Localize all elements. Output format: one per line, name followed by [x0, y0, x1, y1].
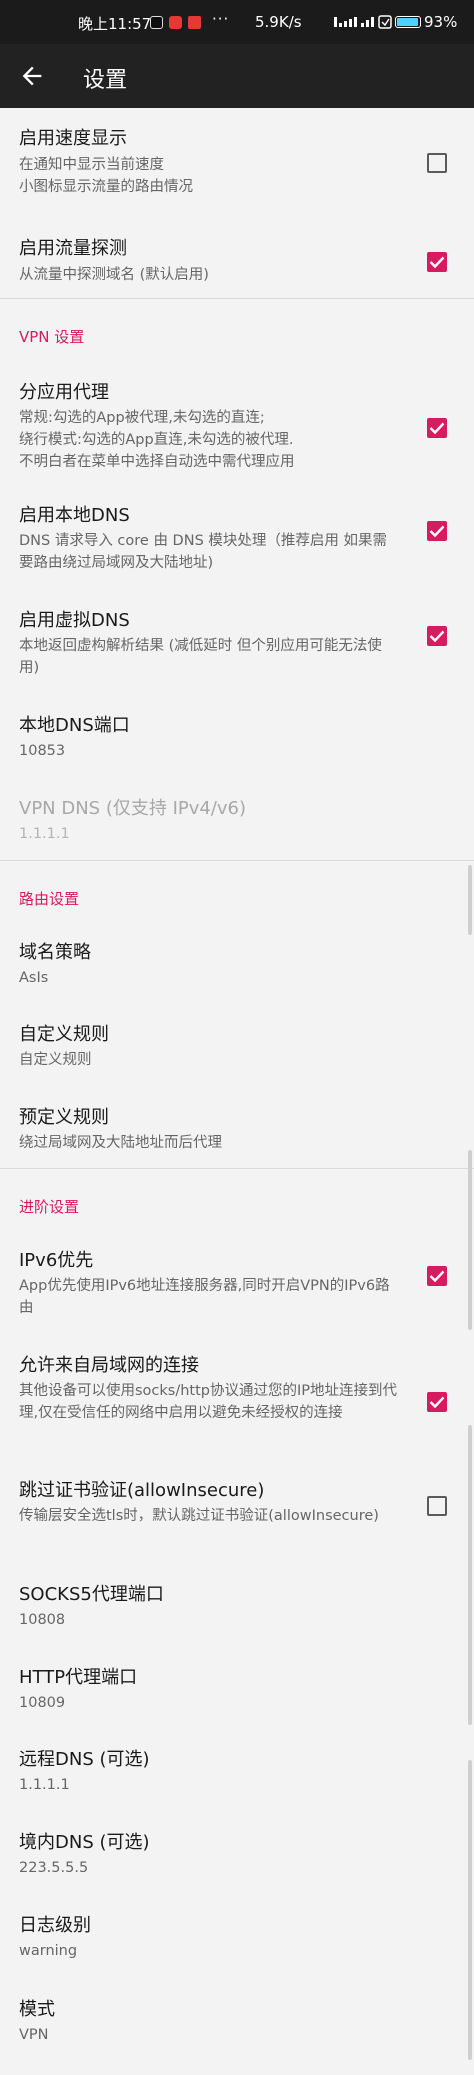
setting-title: 日志级别 — [19, 1915, 91, 1936]
setting-log-level[interactable]: 日志级别 warning — [0, 1911, 474, 1967]
setting-title: 预定义规则 — [19, 1107, 109, 1128]
setting-summary: 常规:勾选的App被代理,未勾选的直连; 绕行模式:勾选的App直连,未勾选的被… — [19, 410, 295, 470]
setting-summary: 10808 — [19, 1612, 66, 1628]
signal-icons — [334, 15, 392, 29]
check-icon — [429, 1396, 445, 1409]
setting-summary: 1.1.1.1 — [19, 826, 70, 842]
check-icon — [429, 1270, 445, 1283]
setting-predefined-rules[interactable]: 预定义规则 绕过局域网及大陆地址而后代理 — [0, 1103, 474, 1159]
setting-mode[interactable]: 模式 VPN — [0, 1995, 474, 2051]
setting-title: 域名策略 — [19, 942, 91, 963]
setting-summary: warning — [19, 1943, 78, 1959]
setting-socks5-port[interactable]: SOCKS5代理端口 10808 — [0, 1580, 474, 1636]
check-icon — [429, 525, 445, 538]
section-divider — [0, 1168, 474, 1169]
setting-summary: AsIs — [19, 970, 49, 986]
check-icon — [429, 630, 445, 643]
more-notifications-icon: ··· — [212, 10, 230, 28]
ipv6-preferred-checkbox[interactable] — [427, 1266, 447, 1286]
section-divider — [0, 298, 474, 299]
setting-local-dns-port[interactable]: 本地DNS端口 10853 — [0, 711, 474, 767]
scrollbar[interactable] — [468, 1425, 472, 1725]
scrollbar[interactable] — [468, 1760, 472, 2060]
setting-title: 模式 — [19, 1999, 55, 2020]
fake-dns-checkbox[interactable] — [427, 626, 447, 646]
traffic-sniffing-checkbox[interactable] — [427, 252, 447, 272]
notification-app-icon — [169, 16, 182, 29]
setting-title: IPv6优先 — [19, 1250, 94, 1271]
scrollbar[interactable] — [468, 865, 472, 935]
setting-summary: 10809 — [19, 1695, 66, 1711]
setting-summary: 在通知中显示当前速度 小图标显示流量的路由情况 — [19, 157, 193, 195]
network-speed: 5.9K/s — [255, 13, 302, 31]
app-bar: 设置 — [0, 44, 474, 108]
setting-summary: 从流量中探测域名 (默认启用) — [19, 267, 209, 283]
allow-insecure-checkbox[interactable] — [427, 1496, 447, 1516]
setting-traffic-sniffing[interactable]: 启用流量探测 从流量中探测域名 (默认启用) — [0, 234, 474, 294]
setting-summary: App优先使用IPv6地址连接服务器,同时开启VPN的IPv6路由 — [19, 1278, 390, 1316]
setting-per-app-proxy[interactable]: 分应用代理 常规:勾选的App被代理,未勾选的直连; 绕行模式:勾选的App直连… — [0, 378, 474, 478]
check-icon — [429, 422, 445, 435]
setting-http-port[interactable]: HTTP代理端口 10809 — [0, 1663, 474, 1719]
setting-remote-dns[interactable]: 远程DNS (可选) 1.1.1.1 — [0, 1745, 474, 1801]
setting-title: 境内DNS (可选) — [19, 1832, 150, 1853]
setting-summary: 绕过局域网及大陆地址而后代理 — [19, 1135, 222, 1151]
status-bar: 晚上11:57 ··· 5.9K/s 93% — [0, 0, 474, 44]
setting-title: 启用速度显示 — [19, 128, 127, 149]
setting-title: 远程DNS (可选) — [19, 1749, 150, 1770]
setting-summary: 1.1.1.1 — [19, 1777, 70, 1793]
setting-title: 允许来自局域网的连接 — [19, 1355, 199, 1376]
setting-summary: 自定义规则 — [19, 1052, 92, 1068]
section-header-advanced: 进阶设置 — [19, 1198, 80, 1216]
battery-percent: 93% — [424, 13, 458, 31]
scrollbar[interactable] — [468, 1150, 472, 1330]
setting-title: 启用流量探测 — [19, 238, 127, 259]
setting-speed-display[interactable]: 启用速度显示 在通知中显示当前速度 小图标显示流量的路由情况 — [0, 124, 474, 204]
setting-local-dns[interactable]: 启用本地DNS DNS 请求导入 core 由 DNS 模块处理（推荐启用 如果… — [0, 501, 474, 581]
setting-summary: 223.5.5.5 — [19, 1860, 89, 1876]
setting-title: 自定义规则 — [19, 1024, 109, 1045]
setting-allow-lan[interactable]: 允许来自局域网的连接 其他设备可以使用socks/http协议通过您的IP地址连… — [0, 1351, 474, 1451]
setting-summary: VPN — [19, 2027, 49, 2043]
battery-icon — [395, 16, 421, 28]
setting-ipv6-preferred[interactable]: IPv6优先 App优先使用IPv6地址连接服务器,同时开启VPN的IPv6路由 — [0, 1246, 474, 1326]
setting-domestic-dns[interactable]: 境内DNS (可选) 223.5.5.5 — [0, 1828, 474, 1884]
page-title: 设置 — [83, 68, 128, 93]
setting-title: 跳过证书验证(allowInsecure) — [19, 1480, 265, 1501]
setting-vpn-dns: VPN DNS (仅支持 IPv4/v6) 1.1.1.1 — [0, 794, 474, 850]
setting-summary: 其他设备可以使用socks/http协议通过您的IP地址连接到代理,仅在受信任的… — [19, 1383, 398, 1421]
section-divider — [0, 860, 474, 861]
notification-app-icon-2 — [188, 16, 201, 29]
setting-title: 启用本地DNS — [19, 505, 130, 526]
allow-lan-checkbox[interactable] — [427, 1392, 447, 1412]
setting-title: 分应用代理 — [19, 382, 109, 403]
setting-summary: 传输层安全选tls时，默认跳过证书验证(allowInsecure) — [19, 1508, 379, 1524]
tiktok-icon — [150, 16, 163, 29]
speed-display-checkbox[interactable] — [427, 153, 447, 173]
setting-fake-dns[interactable]: 启用虚拟DNS 本地返回虚构解析结果 (减低延时 但个别应用可能无法使用) — [0, 606, 474, 686]
setting-title: VPN DNS (仅支持 IPv4/v6) — [19, 798, 247, 819]
setting-summary: DNS 请求导入 core 由 DNS 模块处理（推荐启用 如果需要路由绕过局域… — [19, 533, 387, 571]
check-icon — [429, 256, 445, 269]
setting-summary: 10853 — [19, 743, 66, 759]
per-app-proxy-checkbox[interactable] — [427, 418, 447, 438]
setting-title: SOCKS5代理端口 — [19, 1584, 164, 1605]
setting-title: 本地DNS端口 — [19, 715, 130, 736]
setting-title: HTTP代理端口 — [19, 1667, 138, 1688]
section-header-vpn: VPN 设置 — [19, 328, 85, 346]
status-time: 晚上11:57 — [78, 15, 152, 33]
setting-summary: 本地返回虚构解析结果 (减低延时 但个别应用可能无法使用) — [19, 638, 382, 676]
setting-domain-strategy[interactable]: 域名策略 AsIs — [0, 938, 474, 994]
back-arrow-icon[interactable] — [18, 62, 46, 90]
setting-title: 启用虚拟DNS — [19, 610, 130, 631]
local-dns-checkbox[interactable] — [427, 521, 447, 541]
setting-custom-rules[interactable]: 自定义规则 自定义规则 — [0, 1020, 474, 1076]
setting-allow-insecure[interactable]: 跳过证书验证(allowInsecure) 传输层安全选tls时，默认跳过证书验… — [0, 1476, 474, 1556]
section-header-routing: 路由设置 — [19, 890, 80, 908]
